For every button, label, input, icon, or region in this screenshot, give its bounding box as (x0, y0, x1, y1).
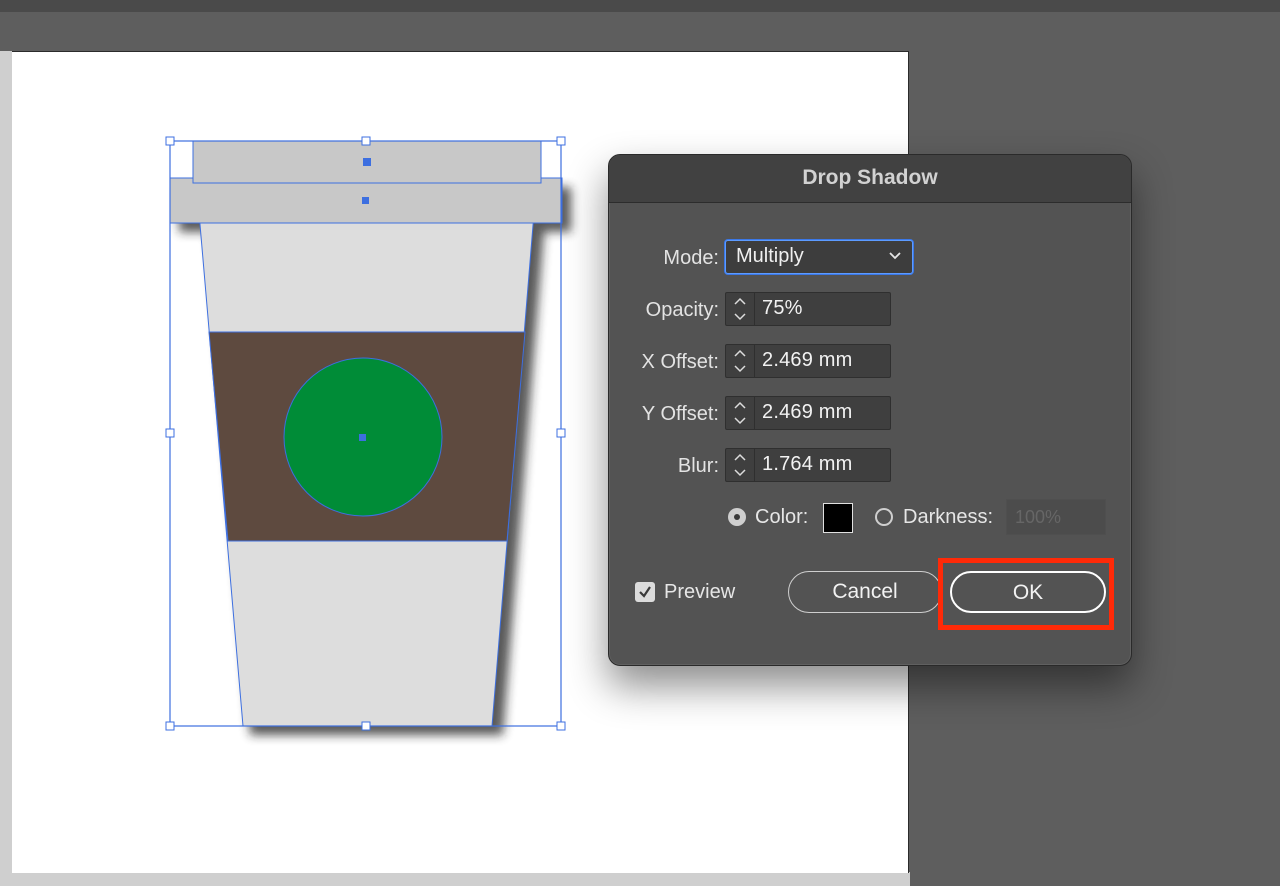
darkness-field[interactable]: 100% (1006, 499, 1106, 535)
y-offset-label: Y Offset: (641, 403, 719, 425)
x-offset-field[interactable]: 2.469 mm (725, 344, 891, 378)
dialog-title: Drop Shadow (802, 166, 938, 189)
mode-label: Mode: (663, 247, 719, 269)
y-offset-value: 2.469 mm (762, 401, 853, 423)
blur-stepper[interactable] (726, 449, 755, 481)
y-offset-stepper[interactable] (726, 397, 755, 429)
x-offset-value: 2.469 mm (762, 349, 853, 371)
stepper-arrows-icon (734, 297, 746, 321)
preview-label: Preview (664, 581, 736, 603)
preview-checkbox[interactable] (635, 582, 655, 602)
opacity-value: 75% (762, 297, 803, 319)
y-offset-field[interactable]: 2.469 mm (725, 396, 891, 430)
x-offset-label: X Offset: (641, 351, 719, 373)
blur-value: 1.764 mm (762, 453, 853, 475)
blur-label: Blur: (677, 455, 719, 477)
x-offset-stepper[interactable] (726, 345, 755, 377)
opacity-stepper[interactable] (726, 293, 755, 325)
mode-value: Multiply (736, 245, 804, 267)
mode-select[interactable]: Multiply (725, 240, 913, 274)
opacity-label: Opacity: (645, 299, 719, 321)
stepper-arrows-icon (734, 349, 746, 373)
shadow-color-swatch[interactable] (823, 503, 853, 533)
chevron-down-icon (889, 252, 901, 260)
blur-field[interactable]: 1.764 mm (725, 448, 891, 482)
opacity-field[interactable]: 75% (725, 292, 891, 326)
dialog-titlebar[interactable]: Drop Shadow (609, 155, 1131, 203)
checkmark-icon (639, 586, 651, 598)
darkness-radio[interactable] (875, 508, 893, 526)
cancel-button[interactable]: Cancel (788, 571, 942, 613)
color-label: Color: (755, 506, 809, 528)
ok-button-highlight (938, 558, 1114, 630)
darkness-label: Darkness: (903, 506, 994, 528)
stepper-arrows-icon (734, 401, 746, 425)
stepper-arrows-icon (734, 453, 746, 477)
darkness-value: 100% (1015, 507, 1062, 527)
color-radio[interactable] (728, 508, 746, 526)
